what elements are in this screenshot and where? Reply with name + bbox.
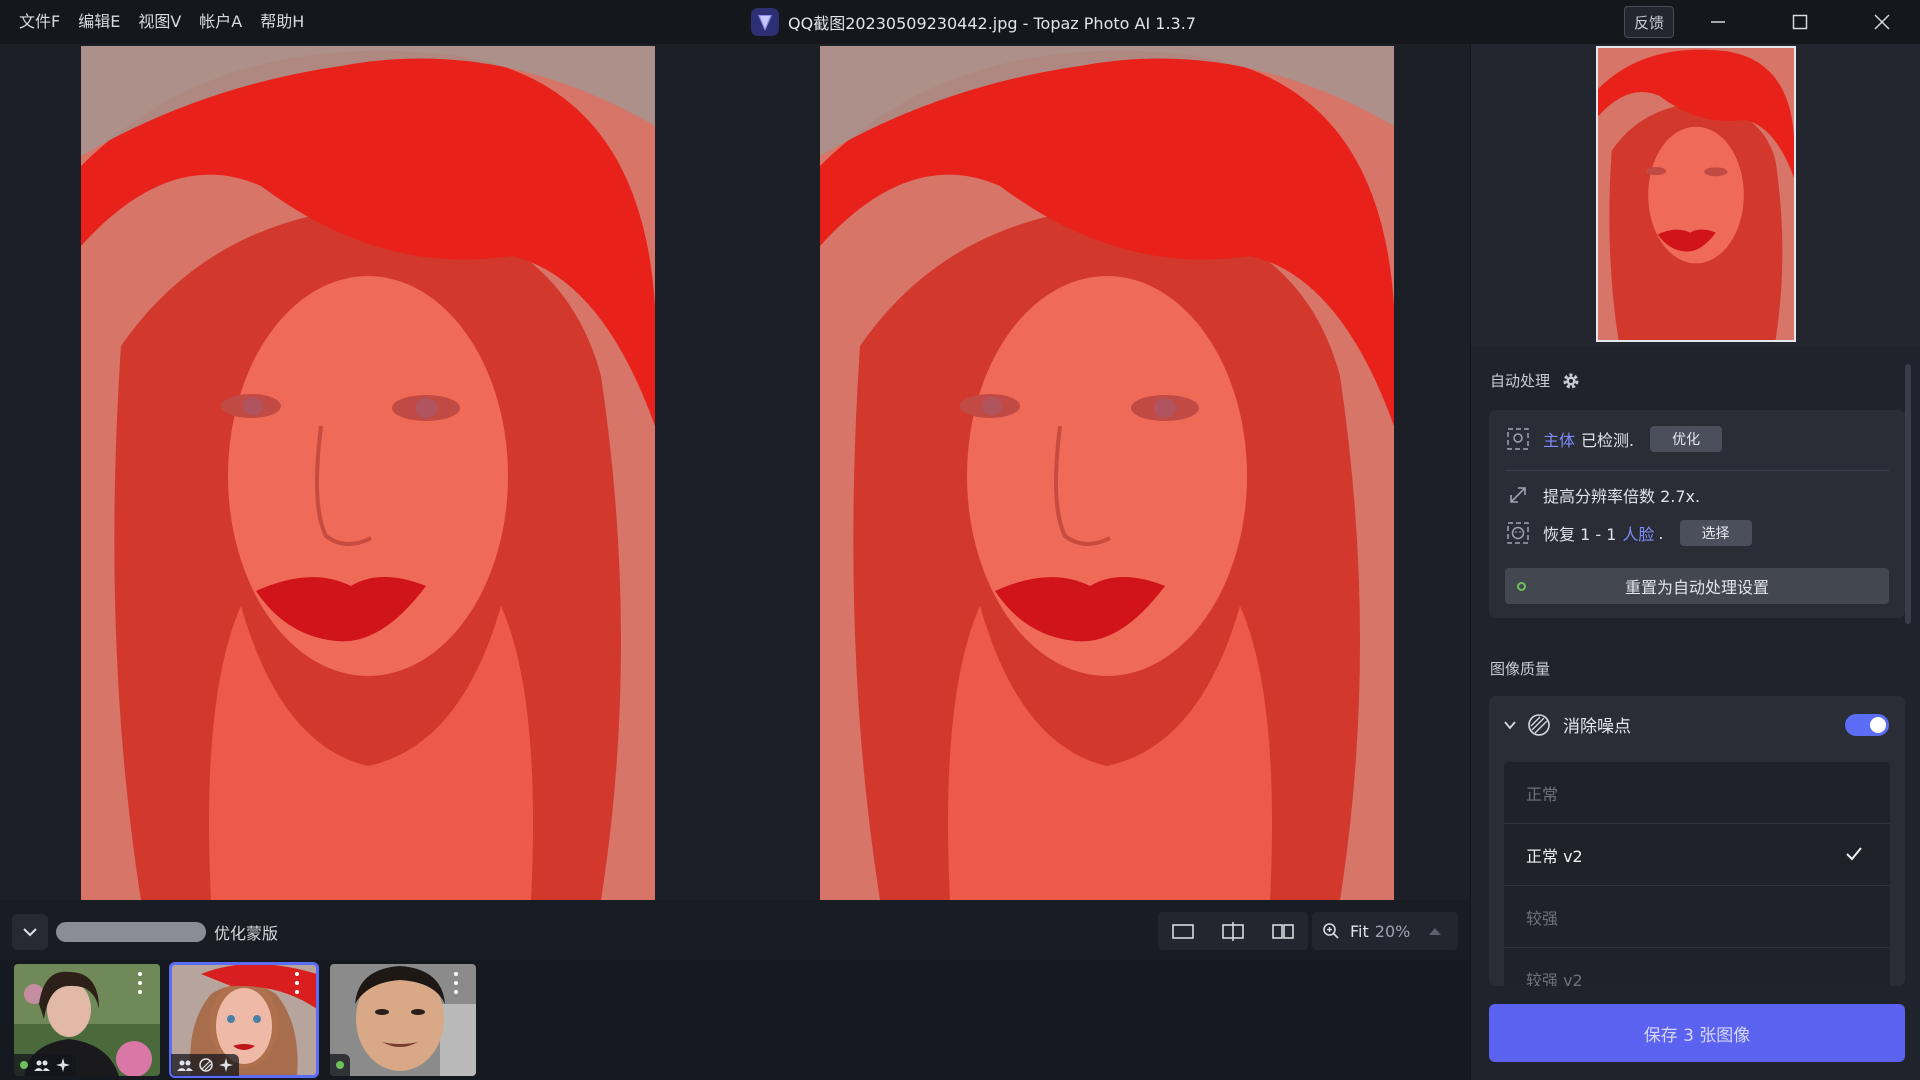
model-option-label: 正常 <box>1526 784 1559 804</box>
face-suffix-text: . <box>1658 523 1664 543</box>
divider <box>1505 470 1889 471</box>
reset-auto-label: 重置为自动处理设置 <box>1624 578 1769 597</box>
chevron-down-icon[interactable] <box>1503 718 1517 732</box>
denoise-icon <box>199 1058 213 1072</box>
split-view-icon[interactable] <box>1221 921 1245 941</box>
zoom-icon <box>1323 923 1339 939</box>
minimize-button[interactable] <box>1690 0 1746 44</box>
sparkle-icon <box>219 1058 233 1072</box>
upscale-arrow-icon <box>1505 482 1531 508</box>
menu-account[interactable]: 帐户A <box>190 0 251 44</box>
panel-scrollbar[interactable] <box>1905 364 1911 624</box>
people-icon <box>34 1060 50 1071</box>
subject-link[interactable]: 主体 <box>1543 427 1575 451</box>
side-by-side-view-icon[interactable] <box>1271 921 1295 941</box>
upscale-text: 提高分辨率倍数 2.7x. <box>1543 487 1701 506</box>
maximize-button[interactable] <box>1772 0 1828 44</box>
menu-view[interactable]: 视图V <box>129 0 190 44</box>
zoom-fit-label: Fit <box>1350 921 1369 941</box>
close-icon <box>1874 14 1890 30</box>
menu-edit[interactable]: 编辑E <box>69 0 129 44</box>
triangle-up-icon[interactable] <box>1428 926 1442 936</box>
thumbnail-badges <box>14 1054 76 1076</box>
sparkle-icon <box>56 1058 70 1072</box>
checkmark-icon <box>1846 847 1862 861</box>
select-faces-button[interactable]: 选择 <box>1679 520 1752 546</box>
collapse-filmstrip-button[interactable] <box>12 914 48 950</box>
original-image <box>81 46 655 900</box>
thumbnail-menu-button[interactable] <box>287 970 307 996</box>
face-link[interactable]: 人脸 <box>1622 521 1654 545</box>
chevron-down-icon <box>23 928 37 937</box>
menu-bar: 文件F 编辑E 视图V 帐户A 帮助H <box>0 0 313 44</box>
thumbnail-menu-button[interactable] <box>446 970 466 996</box>
thumbnail-menu-button[interactable] <box>130 970 150 996</box>
filmstrip <box>0 960 1470 1080</box>
denoise-icon <box>1528 713 1550 736</box>
face-row: 恢复 1 - 1 人脸 . 选择 <box>1505 520 1752 546</box>
denoise-model-list: 正常 正常 v2 较强 较强 v2 <box>1504 762 1890 986</box>
close-button[interactable] <box>1854 0 1910 44</box>
optimize-button[interactable]: 优化 <box>1650 426 1723 452</box>
status-dot-icon <box>1517 582 1526 591</box>
denoise-title: 消除噪点 <box>1563 717 1631 737</box>
view-mode-group <box>1158 912 1308 950</box>
portrait-original-image <box>81 46 655 900</box>
mask-label: 优化蒙版 <box>214 924 279 943</box>
single-view-icon[interactable] <box>1171 921 1195 941</box>
image-canvas[interactable] <box>0 44 1470 900</box>
zoom-value: 20% <box>1374 921 1411 941</box>
window-title: QQ截图20230509230442.jpg - Topaz Photo AI … <box>788 14 1196 33</box>
model-option-label: 较强 <box>1526 908 1559 928</box>
zoom-control[interactable]: Fit 20% <box>1312 912 1458 950</box>
auto-process-title: 自动处理 <box>1490 372 1551 390</box>
subject-row: 主体 已检测. 优化 <box>1505 426 1723 452</box>
bottom-toolbar: 优化蒙版 Fit 20% <box>0 900 1470 960</box>
gear-icon[interactable] <box>1562 372 1580 390</box>
processed-image <box>820 46 1394 900</box>
window-title-group: QQ截图20230509230442.jpg - Topaz Photo AI … <box>750 0 1196 44</box>
model-option-strong-v2[interactable]: 较强 v2 <box>1504 948 1890 987</box>
minimize-icon <box>1711 21 1725 23</box>
face-prefix-text: 恢复 1 - 1 <box>1543 525 1617 544</box>
people-icon <box>177 1060 193 1071</box>
navigator-thumbnail[interactable] <box>1596 46 1796 342</box>
upscale-row: 提高分辨率倍数 2.7x. <box>1505 482 1700 508</box>
save-images-button[interactable]: 保存 3 张图像 <box>1489 1004 1905 1062</box>
auto-process-header: 自动处理 <box>1490 370 1580 391</box>
navigator-image <box>1598 48 1794 340</box>
image-quality-title: 图像质量 <box>1490 660 1551 678</box>
title-bar: 文件F 编辑E 视图V 帐户A 帮助H QQ截图20230509230442.j… <box>0 0 1920 44</box>
thumbnail-1[interactable] <box>14 964 160 1076</box>
menu-help[interactable]: 帮助H <box>251 0 313 44</box>
maximize-icon <box>1792 14 1808 30</box>
denoise-toggle[interactable] <box>1845 714 1889 736</box>
toggle-knob <box>1870 717 1886 733</box>
thumbnail-2[interactable] <box>169 962 319 1078</box>
mask-toggle[interactable] <box>56 922 206 942</box>
status-dot-icon <box>20 1061 28 1069</box>
auto-process-card: 主体 已检测. 优化 提高分辨率倍数 2.7x. 恢复 1 - 1 人脸 . 选… <box>1489 410 1905 618</box>
model-option-normal-v2[interactable]: 正常 v2 <box>1504 824 1890 886</box>
thumbnail-badges <box>171 1054 239 1076</box>
reset-auto-button[interactable]: 重置为自动处理设置 <box>1505 568 1889 604</box>
navigator-preview <box>1471 44 1920 346</box>
model-option-label: 较强 v2 <box>1526 970 1583 987</box>
model-option-strong[interactable]: 较强 <box>1504 886 1890 948</box>
menu-file[interactable]: 文件F <box>10 0 69 44</box>
status-dot-icon <box>336 1061 344 1069</box>
feedback-button[interactable]: 反馈 <box>1624 6 1674 38</box>
model-option-label: 正常 v2 <box>1526 846 1583 866</box>
topaz-logo-icon <box>751 8 779 36</box>
model-option-normal[interactable]: 正常 <box>1504 762 1890 824</box>
subject-detect-icon <box>1505 426 1531 452</box>
denoise-header[interactable]: 消除噪点 <box>1503 712 1631 737</box>
face-recovery-icon <box>1505 520 1531 546</box>
thumbnail-badges <box>330 1054 350 1076</box>
portrait-processed-image <box>820 46 1394 900</box>
side-panel: 自动处理 主体 已检测. 优化 提高分辨率倍数 2.7x. 恢复 1 - 1 人… <box>1470 44 1920 1080</box>
denoise-card: 消除噪点 正常 正常 v2 较强 较强 v2 <box>1489 696 1905 986</box>
subject-detected-text: 已检测. <box>1581 431 1635 450</box>
thumbnail-3[interactable] <box>330 964 476 1076</box>
